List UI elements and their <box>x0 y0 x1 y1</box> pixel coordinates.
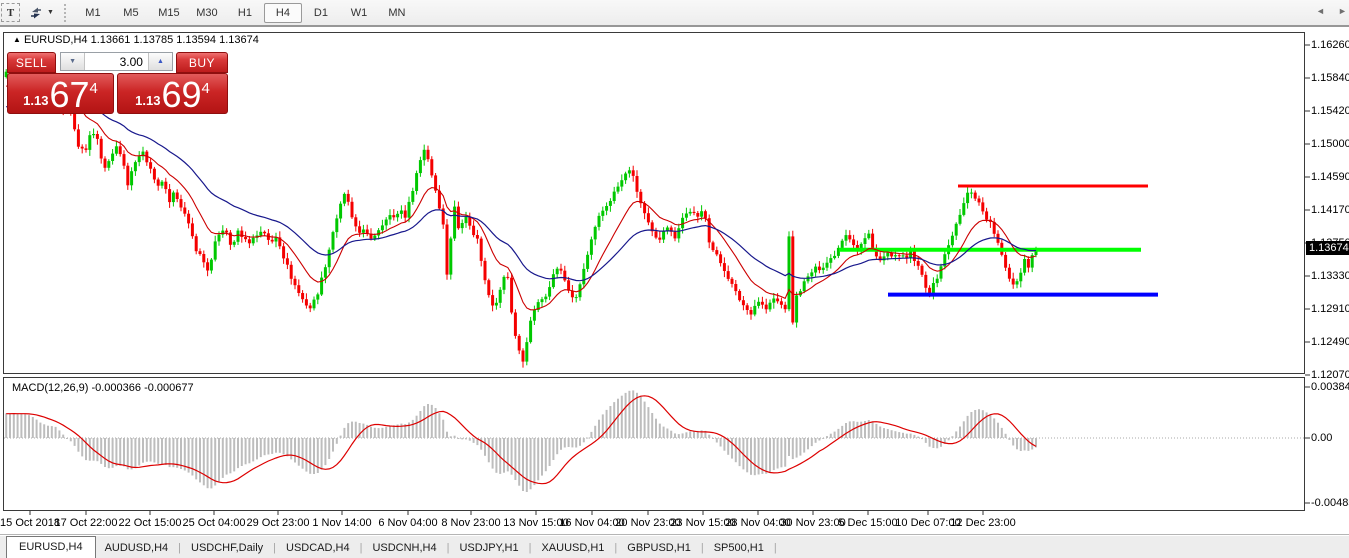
chart-title: ▲ EURUSD,H4 1.13661 1.13785 1.13594 1.13… <box>13 34 259 46</box>
chart-tab-xauusd-h1[interactable]: XAUUSD,H1 <box>532 539 613 557</box>
volume-stepper: ▼ 3.00 ▲ <box>60 52 173 71</box>
chart-tab-eurusd-h4[interactable]: EURUSD,H4 <box>6 536 96 558</box>
buy-price-big: 69 <box>161 74 202 115</box>
buy-price-prefix: 1.13 <box>135 93 161 108</box>
time-axis-label: 17 Oct 22:00 <box>54 517 118 529</box>
chart-tab-usdjpy-h1[interactable]: USDJPY,H1 <box>450 539 527 557</box>
chart-symbol-period: EURUSD,H4 <box>23 34 88 46</box>
one-click-trading-panel: SELL ▼ 3.00 ▲ BUY 1.13 67 4 1.13 69 4 <box>7 52 228 114</box>
macd-axis-label: 0.003847 <box>1311 381 1349 393</box>
buy-button[interactable]: BUY <box>175 52 228 73</box>
chart-tab-audusd-h4[interactable]: AUDUSD,H4 <box>96 539 178 557</box>
macd-axis-label: 0.00 <box>1311 432 1333 444</box>
price-axis-label: 1.12910 <box>1311 303 1349 315</box>
buy-price-pip: 4 <box>201 80 210 97</box>
volume-input[interactable]: 3.00 <box>85 53 148 70</box>
macd-axis-label: -0.004856 <box>1311 497 1349 509</box>
price-axis-label: 1.15840 <box>1311 72 1349 84</box>
chart-tab-usdcnh-h4[interactable]: USDCNH,H4 <box>363 539 445 557</box>
macd-pane-border <box>3 377 1305 511</box>
sell-price-big: 67 <box>49 74 90 115</box>
buy-price-button[interactable]: 1.13 69 4 <box>117 73 228 114</box>
stepper-up-icon: ▲ <box>157 58 164 65</box>
stepper-down-icon: ▼ <box>69 58 77 65</box>
time-axis-label: 29 Oct 23:00 <box>246 517 310 529</box>
tab-scroll-right-icon[interactable]: ► <box>1338 6 1347 16</box>
volume-decrease-button[interactable]: ▼ <box>61 53 86 70</box>
price-axis-label: 1.12490 <box>1311 336 1349 348</box>
price-axis-label: 1.14590 <box>1311 171 1349 183</box>
price-axis-label: 1.16260 <box>1311 39 1349 51</box>
macd-series <box>4 390 1304 492</box>
time-axis-label: 22 Oct 15:00 <box>118 517 182 529</box>
tab-scroll-left-icon[interactable]: ◄ <box>1316 6 1325 16</box>
price-axis-label: 1.12070 <box>1311 369 1349 381</box>
macd-indicator-label: MACD(12,26,9) -0.000366 -0.000677 <box>12 382 194 394</box>
time-axis-label: 6 Nov 04:00 <box>378 517 438 529</box>
price-axis-label: 1.15000 <box>1311 138 1349 150</box>
price-axis-label: 1.14170 <box>1311 204 1349 216</box>
chart-tab-gbpusd-h1[interactable]: GBPUSD,H1 <box>618 539 700 557</box>
volume-increase-button[interactable]: ▲ <box>147 53 172 70</box>
time-axis-label: 5 Dec 15:00 <box>838 517 898 529</box>
chart-tab-sp500-h1[interactable]: SP500,H1 <box>705 539 773 557</box>
mt4-window: T ▼ M1 M5 M15 M30 H1 H4 D1 W1 MN ▲ EURUSD,H4 1.1… <box>0 0 1349 558</box>
time-axis-label: 30 Nov 23:00 <box>780 517 846 529</box>
sell-price-prefix: 1.13 <box>23 93 49 108</box>
macd-signal-line <box>6 395 1037 485</box>
chart-tab-usdchf-daily[interactable]: USDCHF,Daily <box>182 539 272 557</box>
chart-tab-bar: EURUSD,H4 AUDUSD,H4 | USDCHF,Daily | USDCAD,H… <box>0 535 1349 558</box>
tab-separator: | <box>773 541 777 554</box>
time-axis-label: 1 Nov 14:00 <box>312 517 372 529</box>
time-axis-label: 15 Oct 2018 <box>0 517 60 529</box>
time-axis-label: 8 Nov 23:00 <box>441 517 501 529</box>
chart-ohlc-values: 1.13661 1.13785 1.13594 1.13674 <box>90 34 259 46</box>
sell-price-button[interactable]: 1.13 67 4 <box>7 73 114 114</box>
chart-tab-usdcad-h4[interactable]: USDCAD,H4 <box>277 539 359 557</box>
time-axis-label: 12 Dec 23:00 <box>950 517 1016 529</box>
time-axis-label: 25 Oct 04:00 <box>182 517 246 529</box>
sell-button[interactable]: SELL <box>7 52 57 73</box>
sell-price-pip: 4 <box>89 80 98 97</box>
price-axis-label: 1.15420 <box>1311 105 1349 117</box>
collapse-triangle-icon[interactable]: ▲ <box>13 35 21 44</box>
price-axis-label: 1.13330 <box>1311 270 1349 282</box>
current-price-tag: 1.13674 <box>1306 241 1349 255</box>
